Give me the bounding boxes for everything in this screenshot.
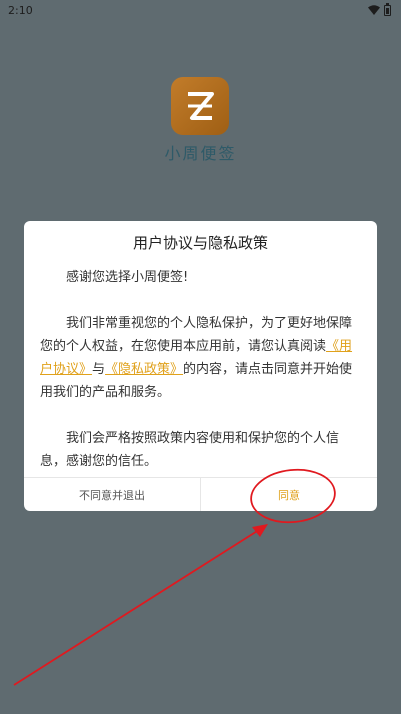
battery-icon [384,2,391,16]
paragraph-text: 我们非常重视您的个人隐私保护，为了更好地保障您的个人权益，在您使用本应用前，请您… [40,316,353,354]
dialog-body: 感谢您选择小周便签! 我们非常重视您的个人隐私保护，为了更好地保障您的个人权益，… [40,266,361,496]
pointer-arrow [13,527,263,686]
arrow-head-icon [252,524,268,537]
status-bar: 2:10 [0,0,401,20]
paragraph-text: 与 [92,362,106,377]
greeting-text: 感谢您选择小周便签! [66,270,189,285]
status-time: 2:10 [8,3,33,17]
privacy-policy-link[interactable]: 《隐私政策》 [105,362,183,377]
status-icons [368,2,391,16]
dialog-actions: 不同意并退出 同意 [24,477,377,511]
wifi-icon [368,5,380,15]
app-name: 小周便签 [164,144,237,163]
privacy-paragraph: 我们非常重视您的个人隐私保护，为了更好地保障您的个人权益，在您使用本应用前，请您… [40,312,361,404]
privacy-dialog: 用户协议与隐私政策 感谢您选择小周便签! 我们非常重视您的个人隐私保护，为了更好… [24,221,377,511]
trust-paragraph: 我们会严格按照政策内容使用和保护您的个人信息，感谢您的信任。 [40,431,340,469]
app-logo-icon [171,77,229,135]
agree-button[interactable]: 同意 [201,478,377,511]
disagree-exit-button[interactable]: 不同意并退出 [24,478,201,511]
dialog-title: 用户协议与隐私政策 [132,233,268,252]
